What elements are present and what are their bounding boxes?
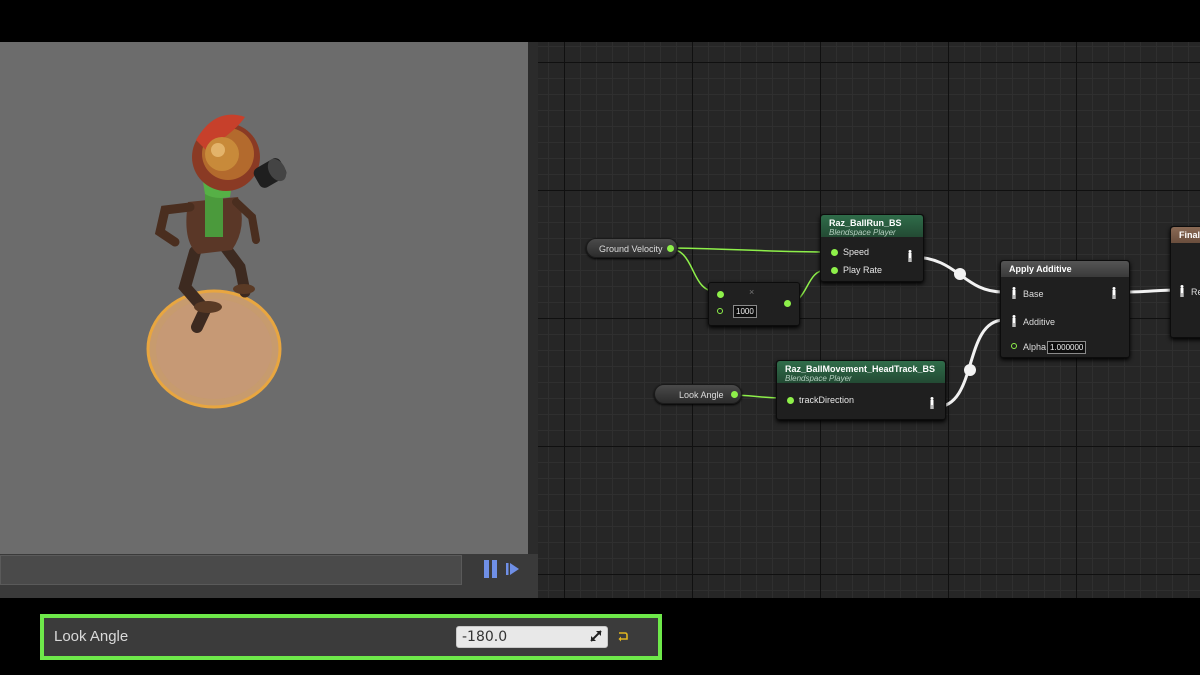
node-title: Apply Additive [1009, 264, 1072, 274]
reset-arrow-icon[interactable] [617, 630, 629, 642]
input-pin-icon[interactable] [1011, 343, 1017, 349]
pose-pin-icon[interactable] [1111, 287, 1117, 299]
playrate-pin-label: Play Rate [843, 265, 883, 275]
ballrun-blendspace-node[interactable]: Raz_BallRun_BS Blendspace Player Speed P… [820, 214, 924, 282]
look-angle-label: Look Angle [679, 390, 724, 400]
node-subtitle: Blendspace Player [785, 374, 852, 383]
apply-additive-node[interactable]: Apply Additive Base Additive Alpha 1.000… [1000, 260, 1130, 358]
multiply-node[interactable]: × 1000 [708, 282, 800, 326]
timeline-scrubber[interactable] [0, 555, 462, 585]
node-title: Raz_BallRun_BS [829, 218, 902, 228]
pose-pin-icon[interactable] [1179, 285, 1185, 297]
result-pin-label: Re [1191, 287, 1200, 297]
multiply-symbol: × [749, 287, 755, 297]
anim-graph-canvas[interactable]: Ground Velocity Look Angle × 1000 Raz_Ba… [538, 42, 1200, 598]
node-title: Final [1179, 230, 1200, 240]
input-pin-icon[interactable] [787, 397, 794, 404]
panel-splitter[interactable] [528, 42, 538, 598]
ground-velocity-label: Ground Velocity [599, 244, 663, 254]
node-subtitle: Blendspace Player [829, 228, 896, 237]
pose-pin-icon[interactable] [929, 397, 935, 409]
play-icon[interactable] [506, 562, 520, 576]
input-pin-icon[interactable] [831, 249, 838, 256]
output-pin-icon[interactable] [731, 391, 738, 398]
additive-pin-label: Additive [1023, 317, 1056, 327]
speed-pin-label: Speed [843, 247, 870, 257]
base-pin-label: Base [1023, 289, 1044, 299]
multiply-value-field[interactable]: 1000 [733, 305, 757, 318]
trackdirection-pin-label: trackDirection [799, 395, 855, 405]
look-angle-getter[interactable]: Look Angle [654, 384, 742, 404]
character-preview [146, 114, 287, 409]
pose-pin-icon[interactable] [1011, 315, 1017, 327]
look-angle-value-text[interactable]: -180.0 [462, 629, 507, 645]
pose-pin-icon[interactable] [1011, 287, 1017, 299]
input-pin-icon[interactable] [831, 267, 838, 274]
node-title: Raz_BallMovement_HeadTrack_BS [785, 364, 936, 374]
animation-preview-viewport[interactable] [0, 42, 528, 554]
alpha-pin-label: Alpha [1023, 342, 1047, 352]
input-pin-icon[interactable] [717, 308, 723, 314]
ground-velocity-getter[interactable]: Ground Velocity [586, 238, 678, 258]
drag-icon[interactable] [590, 630, 602, 642]
pose-pin-icon[interactable] [907, 250, 913, 262]
output-pin-icon[interactable] [784, 300, 791, 307]
look-angle-property-label: Look Angle [54, 628, 129, 645]
input-pin-icon[interactable] [717, 291, 724, 298]
output-pin-icon[interactable] [666, 245, 674, 252]
alpha-value-field[interactable]: 1.000000 [1047, 341, 1087, 354]
headtrack-blendspace-node[interactable]: Raz_BallMovement_HeadTrack_BS Blendspace… [776, 360, 946, 420]
pause-icon[interactable] [484, 560, 498, 578]
final-animation-pose-node[interactable]: Final Re [1170, 226, 1200, 338]
